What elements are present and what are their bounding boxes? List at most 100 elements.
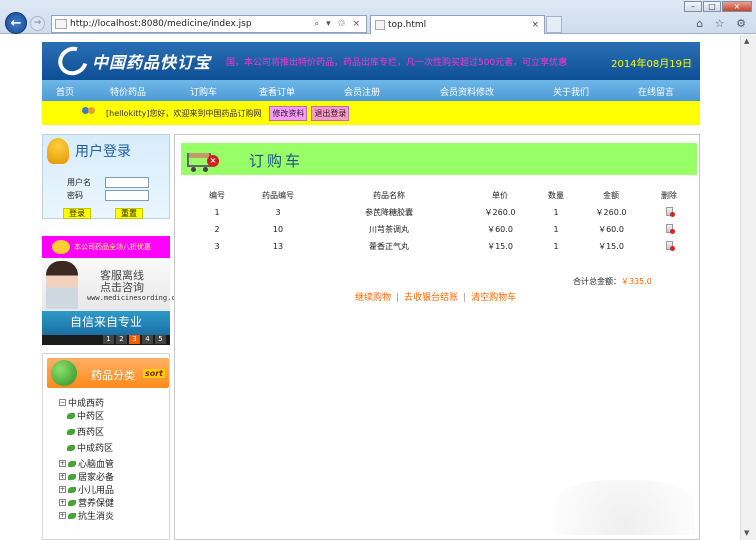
address-tools-icons[interactable]: ⌕ ▾ ♲ × [314, 19, 366, 29]
menu-item-register[interactable]: 会员注册 [344, 85, 380, 98]
logout-button[interactable]: 退出登录 [311, 105, 350, 121]
collapse-icon[interactable]: − [59, 399, 66, 406]
total-label: 合计总金额： [573, 277, 621, 286]
cart-table-header: 编号 药品编号 药品名称 单价 数量 金额 删除 [192, 187, 692, 204]
table-row: 3 13 藿香正气丸 ￥15.0 1 ￥15.0 [192, 238, 692, 255]
leaf-icon [67, 412, 75, 419]
tree-node[interactable]: + 居家必备 [59, 470, 114, 483]
delete-icon[interactable] [665, 224, 675, 234]
service-consult: 点击咨询 [100, 281, 144, 294]
password-label: 密码 [67, 191, 83, 200]
service-agent-image [46, 261, 78, 309]
menu-item-message[interactable]: 在线留言 [638, 85, 674, 98]
expand-icon[interactable]: + [59, 512, 66, 519]
menu-item-profile[interactable]: 会员资料修改 [440, 85, 494, 98]
tree-leaf[interactable]: 西药区 [67, 425, 104, 438]
login-panel: 用户登录 用户名 密码 登录 重置 [42, 134, 170, 219]
tab-page-icon [375, 20, 385, 30]
tree-node[interactable]: + 心脑血管 [59, 457, 114, 470]
browser-chrome: – □ × ← → http://localhost:8080/medicine… [0, 0, 756, 34]
back-button[interactable]: ← [5, 12, 27, 34]
pager-4[interactable]: 4 [142, 335, 153, 344]
reset-button[interactable]: 重置 [115, 208, 143, 219]
scroll-up-icon[interactable]: ▲ [744, 37, 749, 45]
cart-content: × 订购车 编号 药品编号 药品名称 单价 数量 金额 删除 1 3 参芪降糖胶… [174, 134, 700, 540]
continue-shopping-link[interactable]: 继续购物 [355, 293, 391, 303]
tree-leaf[interactable]: 中药区 [67, 409, 104, 422]
menu-item-orders[interactable]: 查看订单 [259, 85, 295, 98]
tree-node-expanded[interactable]: − 中成西药 [59, 396, 104, 409]
address-url[interactable]: http://localhost:8080/medicine/index.jsp [70, 19, 314, 29]
category-panel: 药品分类 sort − 中成西药 中药区 西药区 中成药区 + 心脑血管 + 居家必备… [42, 353, 170, 540]
logo-text: 中国药品快订宝 [92, 53, 212, 72]
delete-icon[interactable] [665, 241, 675, 251]
forward-button[interactable]: → [30, 16, 45, 31]
pager-1[interactable]: 1 [103, 335, 114, 344]
menu-item-about[interactable]: 关于我们 [553, 85, 589, 98]
menu-item-home[interactable]: 首页 [56, 85, 74, 98]
password-input[interactable] [105, 190, 149, 201]
expand-icon[interactable]: + [59, 473, 66, 480]
scroll-down-icon[interactable]: ▼ [744, 529, 749, 537]
logo-mark-icon [53, 42, 93, 80]
address-bar[interactable]: http://localhost:8080/medicine/index.jsp… [51, 15, 367, 33]
col-quantity: 数量 [548, 191, 564, 200]
pager-3[interactable]: 3 [129, 335, 140, 344]
pager-5[interactable]: 5 [155, 335, 166, 344]
window-controls: – □ × [684, 1, 752, 12]
login-button[interactable]: 登录 [63, 208, 91, 219]
background-watermark [555, 480, 695, 535]
cart-table: 编号 药品编号 药品名称 单价 数量 金额 删除 1 3 参芪降糖胶囊 ￥260… [192, 187, 692, 255]
tab-close-icon[interactable]: × [531, 20, 539, 30]
leaf-icon [68, 460, 76, 467]
welcome-bar: [hellokitty]您好，欢迎来到中国药品订购网 修改资料 退出登录 [42, 101, 700, 125]
password-row: 密码 [67, 190, 149, 201]
cart-actions: 继续购物 | 去收银台结账 | 清空购物车 [355, 293, 517, 303]
close-window-button[interactable]: × [722, 1, 752, 12]
tree-leaf[interactable]: 中成药区 [67, 441, 113, 454]
vertical-scrollbar[interactable]: ▲ ▼ [740, 35, 756, 540]
category-title: 药品分类 [91, 369, 135, 382]
table-row: 1 3 参芪降糖胶囊 ￥260.0 1 ￥260.0 [192, 204, 692, 221]
col-amount: 金额 [603, 191, 619, 200]
username-input[interactable] [105, 177, 149, 188]
promo-banner[interactable]: 本公司药品全场八折优惠 [42, 236, 170, 258]
expand-icon[interactable]: + [59, 499, 66, 506]
checkout-link[interactable]: 去收银台结账 [404, 293, 458, 303]
shopping-cart-icon: × [185, 145, 221, 173]
tree-node[interactable]: + 小儿用品 [59, 483, 114, 496]
delete-icon[interactable] [665, 207, 675, 217]
leaf-icon [68, 512, 76, 519]
tree-node[interactable]: + 抗生消炎 [59, 509, 114, 522]
home-favorites-settings-icons[interactable]: ⌂ ☆ ⚙ [696, 17, 750, 30]
expand-icon[interactable]: + [59, 460, 66, 467]
col-index: 编号 [209, 191, 225, 200]
login-header: 用户登录 [47, 138, 131, 164]
cart-header: × 订购车 [181, 143, 697, 175]
login-title: 用户登录 [75, 144, 131, 160]
col-drug-id: 药品编号 [262, 191, 294, 200]
smiley-icon [52, 240, 70, 254]
edit-profile-button[interactable]: 修改资料 [269, 105, 308, 121]
menu-item-special[interactable]: 特价药品 [110, 85, 146, 98]
customer-service-banner[interactable]: 客服离线 点击咨询 www.medicinesording.com [42, 258, 184, 311]
maximize-button[interactable]: □ [703, 1, 721, 12]
clear-cart-link[interactable]: 清空购物车 [471, 293, 516, 303]
leaf-icon [67, 444, 75, 451]
minimize-button[interactable]: – [684, 1, 702, 12]
leaf-icon [68, 473, 76, 480]
col-price: 单价 [492, 191, 508, 200]
slogan-banner: 自信来自专业 [42, 311, 170, 335]
menu-item-cart[interactable]: 订购车 [190, 85, 217, 98]
site-logo[interactable]: 中国药品快订宝 [53, 42, 212, 80]
new-tab-button[interactable] [546, 16, 562, 33]
welcome-text: [hellokitty]您好，欢迎来到中国药品订购网 [106, 108, 262, 118]
cart-total: 合计总金额：￥335.0 [573, 276, 652, 287]
tree-node[interactable]: + 营养保健 [59, 496, 114, 509]
expand-icon[interactable]: + [59, 486, 66, 493]
browser-tab[interactable]: top.html × [370, 15, 545, 34]
promo-text: 本公司药品全场八折优惠 [74, 243, 151, 251]
user-avatar-icon [47, 138, 69, 164]
pager-2[interactable]: 2 [116, 335, 127, 344]
table-row: 2 10 川芎茶调丸 ￥60.0 1 ￥60.0 [192, 221, 692, 238]
